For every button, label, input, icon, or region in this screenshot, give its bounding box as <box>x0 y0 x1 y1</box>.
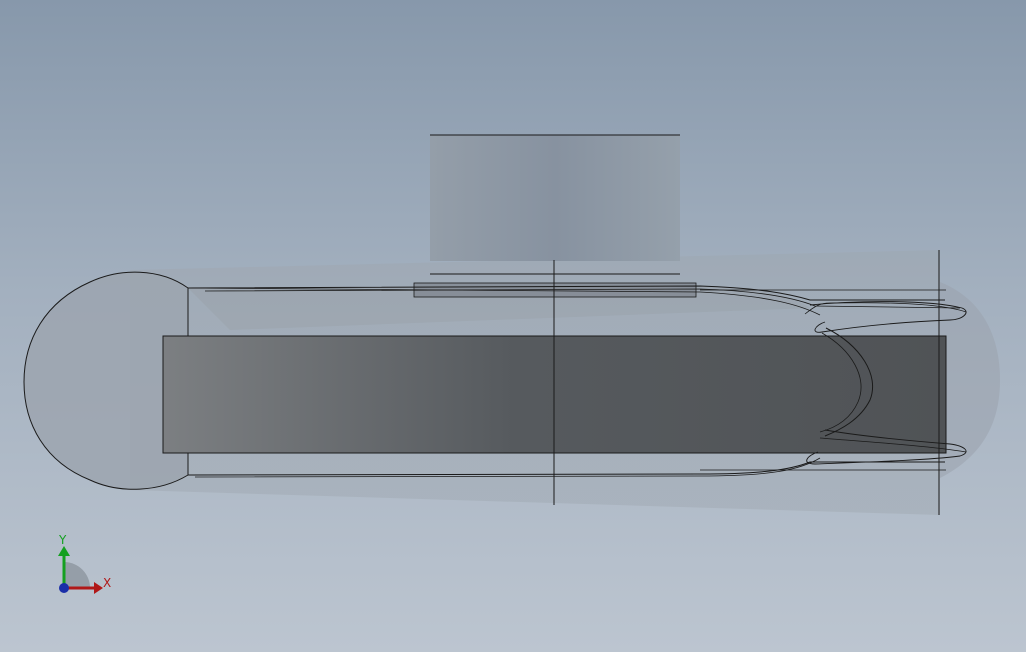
x-axis-label: X <box>103 576 111 590</box>
top-block[interactable] <box>430 135 680 261</box>
right-end-cap[interactable] <box>940 282 1000 478</box>
triad-arc <box>64 562 90 588</box>
y-axis-arrowhead <box>58 546 70 556</box>
y-axis-label: Y <box>58 533 67 547</box>
x-axis-arrowhead <box>94 582 103 594</box>
triad-origin <box>59 583 69 593</box>
cad-model-scene[interactable]: Y X <box>0 0 1026 652</box>
coordinate-triad: Y X <box>58 533 111 594</box>
graphics-viewport[interactable]: Y X <box>0 0 1026 652</box>
